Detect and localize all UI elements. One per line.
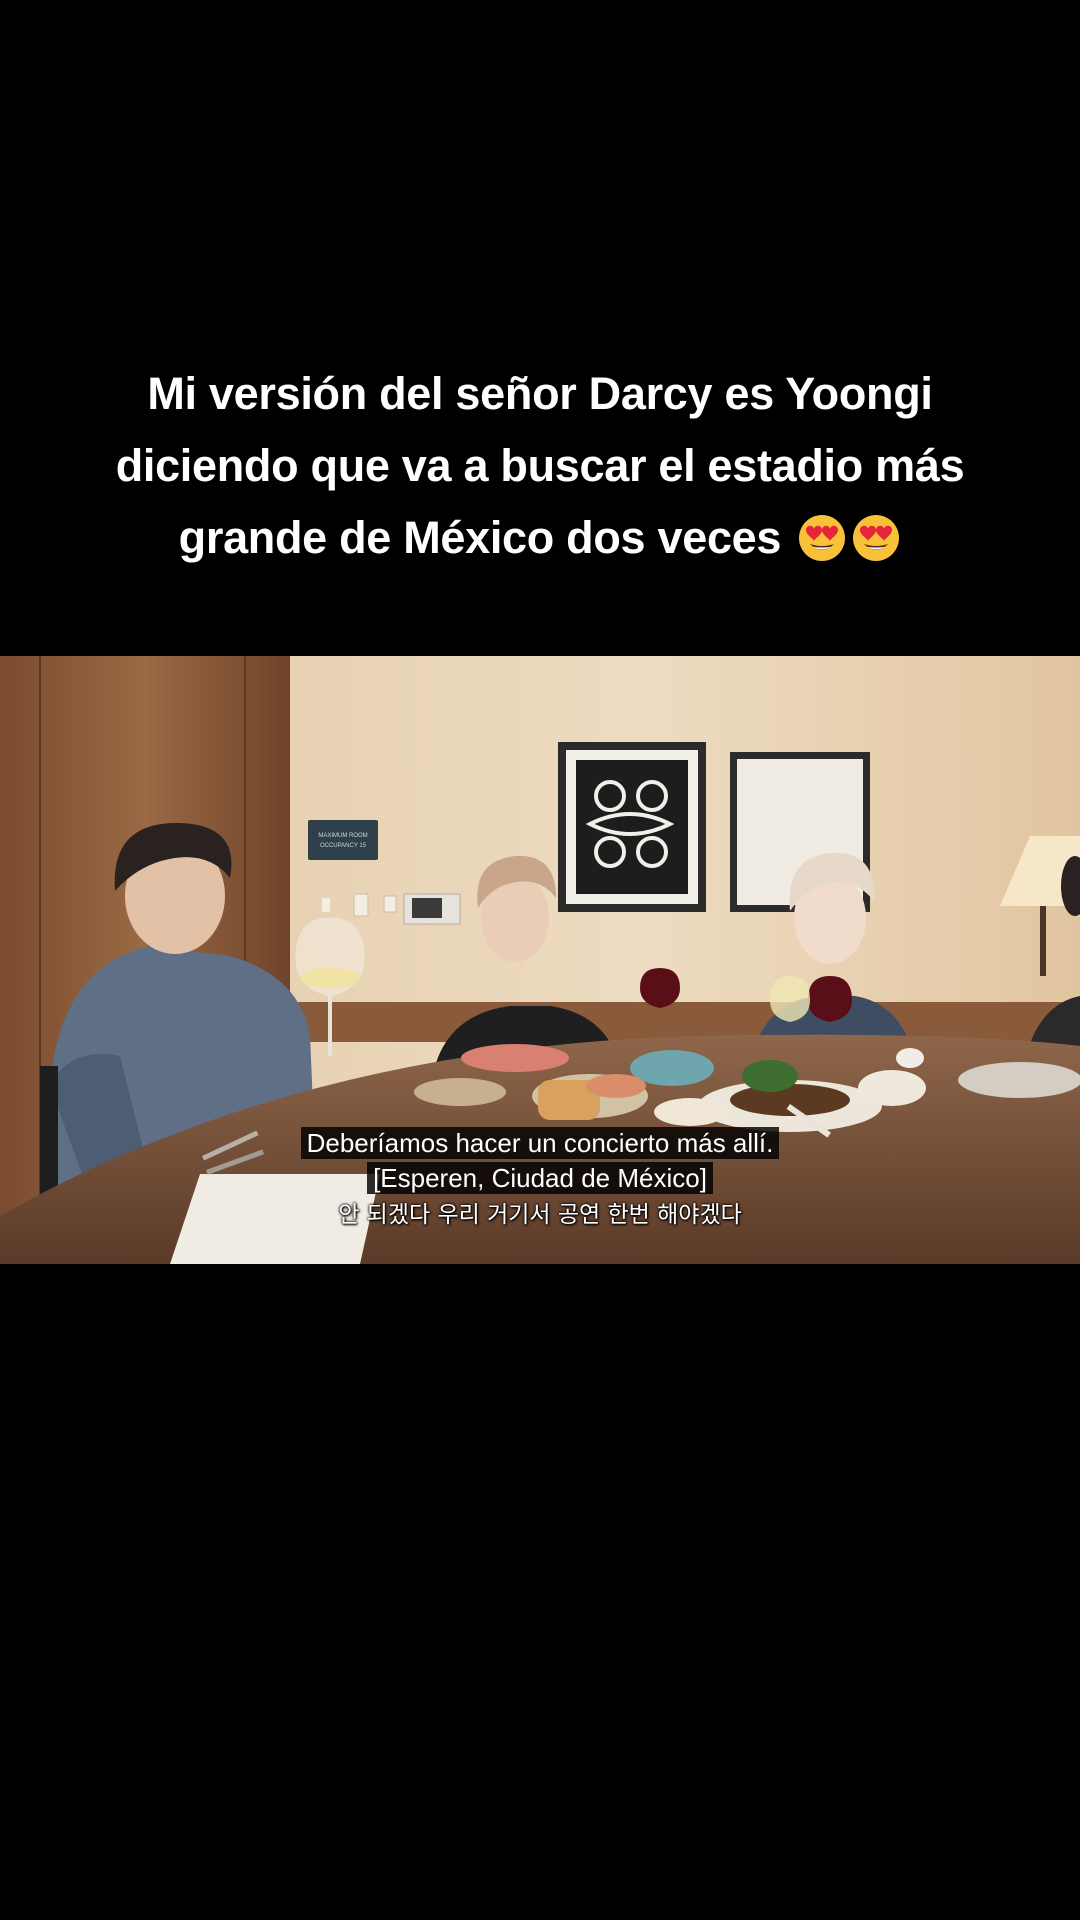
caption-line-3-wrapper: grande de México dos veces <box>60 502 1020 574</box>
caption-line-1: Mi versión del señor Darcy es Yoongi <box>147 368 933 419</box>
caption-line-2: diciendo que va a buscar el estadio más <box>115 440 965 491</box>
heart-eyes-emoji-icon <box>853 515 900 561</box>
overlay-caption: Mi versión del señor Darcy es Yoongi dic… <box>60 358 1020 574</box>
framed-art-left <box>558 742 706 912</box>
subtitle-row-1: Deberíamos hacer un concierto más allí. <box>0 1126 1080 1161</box>
subtitle-line-2: [Esperen, Ciudad de México] <box>367 1162 713 1194</box>
video-subtitles: Deberíamos hacer un concierto más allí. … <box>0 1126 1080 1231</box>
subtitle-row-2: [Esperen, Ciudad de México] <box>0 1161 1080 1196</box>
svg-text:OCCUPANCY 15: OCCUPANCY 15 <box>320 843 367 849</box>
svg-text:MAXIMUM ROOM: MAXIMUM ROOM <box>318 833 367 839</box>
subtitle-line-3: 안 되겠다 우리 거기서 공연 한번 해야겠다 <box>338 1202 742 1228</box>
occupancy-sign: MAXIMUM ROOM OCCUPANCY 15 <box>308 820 378 860</box>
caption-line-3: grande de México dos veces <box>178 512 782 563</box>
heart-eyes-emoji-icon <box>799 515 846 561</box>
subtitle-line-1: Deberíamos hacer un concierto más allí. <box>300 1127 780 1159</box>
video-frame[interactable]: MAXIMUM ROOM OCCUPANCY 15 Deberíamos hac… <box>0 656 1080 1264</box>
subtitle-row-3: 안 되겠다 우리 거기서 공연 한번 해야겠다 <box>0 1196 1080 1231</box>
wainscot <box>290 1002 1080 1042</box>
